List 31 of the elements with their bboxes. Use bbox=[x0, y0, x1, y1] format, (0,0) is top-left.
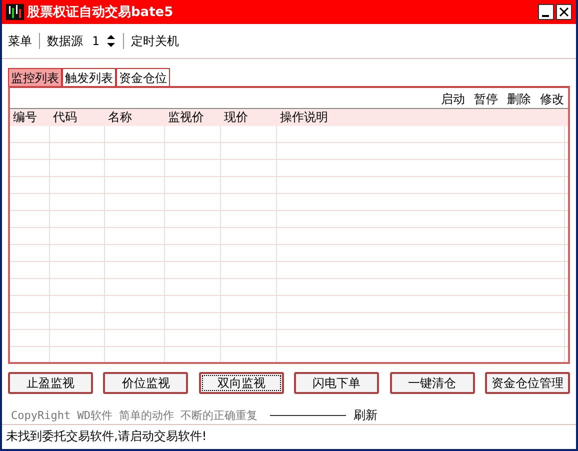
refresh-label: 刷新 bbox=[354, 407, 378, 424]
column-header[interactable]: 代码 bbox=[50, 109, 105, 126]
action-button[interactable]: 价位监视 bbox=[103, 372, 188, 394]
app-icon bbox=[6, 4, 24, 20]
tab[interactable]: 资金仓位 bbox=[116, 68, 170, 86]
copyright-text: CopyRight WD软件 简单的动作 不断的正确重复 bbox=[11, 408, 258, 423]
action-button[interactable]: 资金仓位管理 bbox=[484, 372, 570, 394]
action-link[interactable]: 暂停 bbox=[474, 91, 498, 105]
data-source-value: 1 bbox=[92, 34, 100, 48]
minimize-icon[interactable] bbox=[538, 4, 554, 20]
menu-item[interactable]: 菜单 bbox=[8, 32, 32, 50]
action-button[interactable]: 一键清仓 bbox=[390, 372, 475, 394]
column-header[interactable]: 编号 bbox=[10, 109, 50, 126]
window-title: 股票权证自动交易bate5 bbox=[27, 4, 174, 21]
menu-item[interactable]: 数据源 bbox=[47, 32, 83, 50]
close-icon[interactable] bbox=[556, 4, 572, 20]
action-button[interactable]: 双向监视 bbox=[198, 372, 284, 394]
column-header[interactable]: 监视价 bbox=[165, 109, 221, 126]
action-button[interactable]: 闪电下单 bbox=[294, 372, 380, 394]
action-button[interactable]: 止盈监视 bbox=[8, 372, 93, 394]
spinner-icon[interactable] bbox=[106, 34, 116, 48]
action-link[interactable]: 删除 bbox=[507, 91, 531, 105]
status-bar: 未找到委托交易软件,请启动交易软件! bbox=[2, 424, 576, 449]
column-header[interactable]: 现价 bbox=[221, 109, 277, 126]
menu-item[interactable]: 定时关机 bbox=[131, 32, 180, 50]
tab[interactable]: 监控列表 bbox=[8, 68, 62, 86]
column-header[interactable]: 名称 bbox=[105, 109, 165, 126]
action-link[interactable]: 启动 bbox=[441, 91, 465, 105]
column-header[interactable]: 操作说明 bbox=[277, 109, 565, 126]
tab[interactable]: 触发列表 bbox=[62, 68, 116, 86]
action-link[interactable]: 修改 bbox=[540, 91, 564, 105]
